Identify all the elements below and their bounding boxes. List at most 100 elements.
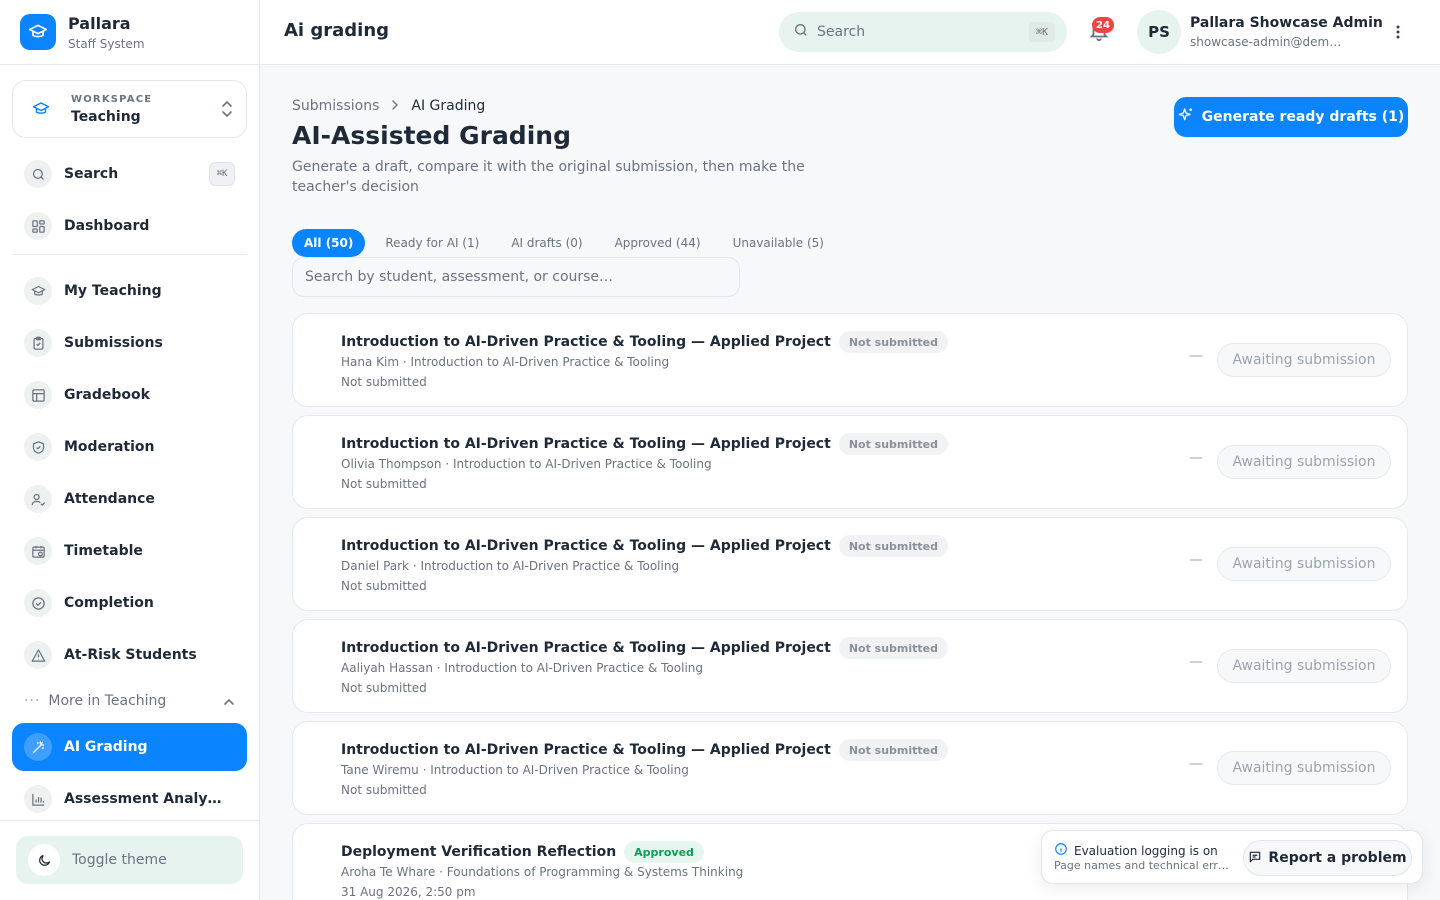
sidebar-item-label: Completion bbox=[64, 595, 154, 611]
clipboard-icon bbox=[24, 329, 52, 357]
message-square-icon bbox=[1248, 849, 1262, 868]
magic-wand-icon bbox=[24, 733, 52, 761]
submission-title: Deployment Verification Reflection bbox=[341, 844, 617, 860]
more-vertical-icon[interactable] bbox=[1388, 22, 1408, 42]
more-in-teaching-toggle[interactable]: ··· More in Teaching bbox=[24, 688, 236, 714]
submission-date: Not submitted bbox=[341, 375, 427, 389]
shortcut-hint: ⌘K bbox=[1029, 22, 1055, 42]
submission-date: Not submitted bbox=[341, 681, 427, 695]
notifications-count-badge: 24 bbox=[1092, 17, 1114, 33]
sidebar-item-moderation[interactable]: Moderation bbox=[12, 423, 247, 471]
toggle-theme-label: Toggle theme bbox=[72, 852, 167, 868]
submission-card[interactable]: Introduction to AI-Driven Practice & Too… bbox=[292, 619, 1408, 713]
sidebar-item-gradebook[interactable]: Gradebook bbox=[12, 371, 247, 419]
toggle-theme-button[interactable]: Toggle theme bbox=[16, 836, 243, 884]
generate-ready-drafts-button[interactable]: Generate ready drafts (1) bbox=[1174, 97, 1408, 137]
status-badge: Not submitted bbox=[838, 433, 948, 455]
score-placeholder: — bbox=[1189, 654, 1203, 670]
chevron-up-down-icon bbox=[220, 100, 234, 122]
breadcrumb-link-submissions[interactable]: Submissions bbox=[292, 98, 379, 114]
sidebar-item-label: Search bbox=[64, 166, 119, 182]
graduation-cap-icon bbox=[24, 277, 52, 305]
submission-card[interactable]: Introduction to AI-Driven Practice & Too… bbox=[292, 313, 1408, 407]
sidebar-item-assessment-analytics[interactable]: Assessment Analy… bbox=[12, 775, 247, 823]
user-email: showcase-admin@dem… bbox=[1190, 35, 1342, 49]
tab-approved[interactable]: Approved (44) bbox=[603, 229, 713, 257]
tab-unavailable[interactable]: Unavailable (5) bbox=[721, 229, 836, 257]
logging-subtitle: Page names and technical err… bbox=[1054, 859, 1229, 872]
awaiting-submission-button[interactable]: Awaiting submission bbox=[1217, 751, 1391, 785]
submission-meta: Aaliyah Hassan · Introduction to AI-Driv… bbox=[341, 661, 704, 675]
submission-title: Introduction to AI-Driven Practice & Too… bbox=[341, 742, 831, 758]
score-placeholder: — bbox=[1189, 756, 1203, 772]
sidebar-item-completion[interactable]: Completion bbox=[12, 579, 247, 627]
bar-chart-icon bbox=[24, 785, 52, 813]
awaiting-submission-button[interactable]: Awaiting submission bbox=[1217, 445, 1391, 479]
workspace-value: Teaching bbox=[71, 108, 141, 125]
sidebar-item-ai-grading[interactable]: AI Grading bbox=[12, 723, 247, 771]
user-check-icon bbox=[24, 485, 52, 513]
breadcrumb: Submissions AI Grading bbox=[292, 98, 485, 114]
submission-meta: Tane Wiremu · Introduction to AI-Driven … bbox=[341, 763, 689, 777]
page-title: Ai grading bbox=[284, 20, 390, 41]
sidebar-item-label: My Teaching bbox=[64, 283, 162, 299]
sidebar-item-label: Attendance bbox=[64, 491, 155, 507]
shortcut-hint: ⌘K bbox=[209, 162, 235, 186]
submission-meta: Aroha Te Whare · Foundations of Programm… bbox=[341, 865, 744, 879]
global-search-input[interactable]: Search ⌘K bbox=[779, 12, 1067, 52]
submission-title: Introduction to AI-Driven Practice & Too… bbox=[341, 640, 831, 656]
tab-ai-drafts[interactable]: AI drafts (0) bbox=[499, 229, 594, 257]
sidebar-item-label: Submissions bbox=[64, 335, 163, 351]
sidebar-item-my-teaching[interactable]: My Teaching bbox=[12, 267, 247, 315]
status-badge: Not submitted bbox=[838, 535, 948, 557]
main-description: Generate a draft, compare it with the or… bbox=[292, 159, 805, 195]
sidebar: Pallara Staff System WORKSPACE Teaching … bbox=[0, 0, 260, 900]
info-icon bbox=[1054, 841, 1068, 860]
sidebar-item-at-risk-students[interactable]: At-Risk Students bbox=[12, 631, 247, 679]
tab-all[interactable]: All (50) bbox=[292, 229, 366, 257]
chevron-up-icon bbox=[222, 694, 236, 713]
tab-ready-for-ai[interactable]: Ready for AI (1) bbox=[373, 229, 491, 257]
sidebar-item-search[interactable]: Search ⌘K bbox=[12, 150, 247, 198]
sidebar-item-submissions[interactable]: Submissions bbox=[12, 319, 247, 367]
awaiting-submission-button[interactable]: Awaiting submission bbox=[1217, 649, 1391, 683]
more-label: More in Teaching bbox=[48, 693, 167, 709]
report-problem-button[interactable]: Report a problem bbox=[1243, 840, 1412, 876]
avatar[interactable]: PS bbox=[1137, 10, 1181, 54]
chevron-right-icon bbox=[391, 98, 399, 114]
evaluation-logging-notice: Evaluation logging is on Page names and … bbox=[1041, 830, 1423, 884]
submission-card[interactable]: Introduction to AI-Driven Practice & Too… bbox=[292, 721, 1408, 815]
submission-title: Introduction to AI-Driven Practice & Too… bbox=[341, 334, 831, 350]
filter-tabs: All (50) Ready for AI (1) AI drafts (0) … bbox=[292, 229, 844, 257]
status-badge: Not submitted bbox=[838, 331, 948, 353]
search-placeholder: Search bbox=[817, 24, 866, 40]
sidebar-item-label: Gradebook bbox=[64, 387, 150, 403]
sidebar-item-label: AI Grading bbox=[64, 739, 148, 755]
submission-meta: Hana Kim · Introduction to AI-Driven Pra… bbox=[341, 355, 670, 369]
sidebar-item-label: Assessment Analy… bbox=[64, 791, 222, 807]
report-problem-label: Report a problem bbox=[1268, 850, 1407, 866]
sidebar-item-attendance[interactable]: Attendance bbox=[12, 475, 247, 523]
submission-title: Introduction to AI-Driven Practice & Too… bbox=[341, 436, 831, 452]
moon-icon bbox=[28, 844, 60, 876]
search-icon bbox=[793, 22, 809, 42]
workspace-label: WORKSPACE bbox=[71, 93, 153, 105]
table-icon bbox=[24, 381, 52, 409]
awaiting-submission-button[interactable]: Awaiting submission bbox=[1217, 547, 1391, 581]
submission-search-input[interactable]: Search by student, assessment, or course… bbox=[292, 257, 740, 297]
workspace-switcher[interactable]: WORKSPACE Teaching bbox=[12, 80, 247, 138]
more-dots-icon: ··· bbox=[24, 693, 41, 709]
submission-card[interactable]: Introduction to AI-Driven Practice & Too… bbox=[292, 517, 1408, 611]
submission-card[interactable]: Introduction to AI-Driven Practice & Too… bbox=[292, 415, 1408, 509]
dashboard-icon bbox=[24, 212, 52, 240]
brand: Pallara Staff System bbox=[0, 0, 259, 65]
sidebar-item-dashboard[interactable]: Dashboard bbox=[12, 202, 247, 250]
main-heading: AI-Assisted Grading bbox=[292, 121, 571, 150]
submission-meta: Daniel Park · Introduction to AI-Driven … bbox=[341, 559, 680, 573]
status-badge: Approved bbox=[624, 841, 704, 863]
circle-check-icon bbox=[24, 589, 52, 617]
sidebar-divider bbox=[12, 254, 247, 255]
awaiting-submission-button[interactable]: Awaiting submission bbox=[1217, 343, 1391, 377]
generate-ready-drafts-label: Generate ready drafts (1) bbox=[1201, 109, 1405, 125]
sidebar-item-timetable[interactable]: Timetable bbox=[12, 527, 247, 575]
